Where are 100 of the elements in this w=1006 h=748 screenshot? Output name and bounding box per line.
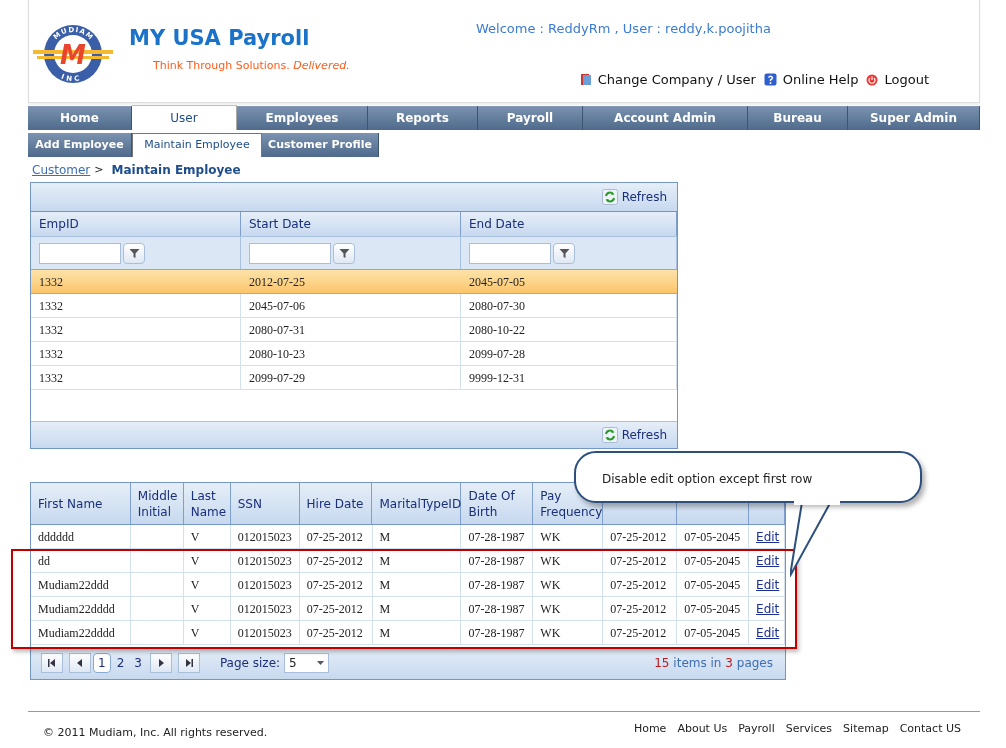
footer-link[interactable]: About Us (677, 721, 728, 738)
table-cell-text: 07-28-1987 (468, 552, 525, 570)
funnel-icon (558, 247, 570, 259)
footer-link[interactable]: Contact US (899, 721, 961, 738)
table-row[interactable]: 1332 2080-10-23 2099-07-28 (31, 342, 677, 366)
table-cell-text: Mudiam22dddd (38, 624, 115, 642)
breadcrumb-link[interactable]: Customer (32, 161, 91, 179)
table-cell-text: V (190, 624, 200, 642)
first-page-button[interactable] (41, 653, 63, 673)
filter-field[interactable] (469, 242, 551, 264)
column-header[interactable]: Hire Date (306, 495, 364, 512)
footer-link[interactable]: Payroll (738, 721, 775, 738)
filter-button[interactable] (123, 242, 145, 264)
table-cell-text: V (190, 576, 200, 594)
table-cell-text: 1332 (38, 273, 64, 291)
nav-tab[interactable]: Payroll (478, 106, 583, 130)
table-cell-text: 07-28-1987 (468, 624, 525, 642)
nav-tab[interactable]: User (132, 105, 237, 130)
table-cell-text: 07-25-2012 (306, 552, 363, 570)
header-link[interactable]: Logout (866, 70, 929, 90)
column-header[interactable]: First Name (38, 495, 103, 512)
table-cell-text: 07-25-2012 (610, 576, 667, 594)
column-header[interactable]: End Date (461, 212, 677, 236)
edit-link[interactable]: Edit (756, 575, 780, 594)
table-cell-text: 07-25-2012 (306, 624, 363, 642)
page-number[interactable]: 1 (93, 653, 111, 673)
table-cell-text: 07-05-2045 (684, 552, 741, 570)
filter-button[interactable] (333, 242, 355, 264)
nav-tab[interactable]: Bureau (748, 106, 848, 130)
sub-tab[interactable]: Add Employee (28, 133, 132, 157)
column-header[interactable]: Middle Initial (137, 487, 183, 520)
pager-summary: 15 items in 3 pages (654, 655, 773, 672)
footer-link[interactable]: Services (785, 721, 833, 738)
refresh-icon (601, 427, 618, 443)
table-cell-text: 07-05-2045 (684, 600, 741, 618)
table-cell-text: 012015023 (237, 600, 292, 618)
copyright-text: © 2011 Mudiam, Inc. All rights reserved. (43, 725, 268, 741)
breadcrumb-separator: > (94, 161, 104, 178)
first-page-icon (48, 659, 56, 667)
edit-link[interactable]: Edit (756, 623, 780, 642)
table-cell-text: 2045-07-05 (468, 273, 526, 291)
column-header[interactable]: SSN (237, 495, 262, 512)
table-cell-text: Mudiam22dddd (38, 600, 115, 618)
nav-tab[interactable]: Account Admin (583, 106, 748, 130)
edit-link[interactable]: Edit (756, 599, 780, 618)
page-number[interactable]: 2 (112, 653, 129, 673)
table-cell-text: WK (540, 624, 561, 642)
previous-page-button[interactable] (69, 653, 91, 673)
table-cell-text: M (379, 624, 391, 642)
table-cell: 1332 (31, 366, 241, 389)
nav-tab[interactable]: Home (28, 106, 132, 130)
sub-tab[interactable]: Maintain Employee (132, 133, 262, 157)
refresh-button[interactable]: Refresh (601, 188, 667, 206)
table-row[interactable]: 1332 2012-07-25 2045-07-05 (31, 270, 677, 294)
footer-link[interactable]: Sitemap (843, 721, 889, 738)
header-link[interactable]: Change Company / User (579, 70, 756, 90)
table-cell: 9999-12-31 (461, 366, 677, 389)
table-cell-text: V (190, 552, 200, 570)
filter-field[interactable] (249, 242, 331, 264)
funnel-icon (128, 247, 140, 259)
filter-field[interactable] (39, 242, 121, 264)
table-cell: 1332 (31, 342, 241, 365)
page-size-label: Page size: (219, 655, 281, 672)
last-page-button[interactable] (177, 653, 200, 673)
table-cell-text: 07-25-2012 (306, 576, 363, 594)
table-row[interactable]: 1332 2099-07-29 9999-12-31 (31, 366, 677, 390)
table-row[interactable]: 1332 2080-07-31 2080-10-22 (31, 318, 677, 342)
page-size-select[interactable]: 5 (284, 653, 330, 673)
footer-link[interactable]: Home (633, 721, 667, 738)
table-row[interactable]: 1332 2045-07-06 2080-07-30 (31, 294, 677, 318)
page-number[interactable]: 3 (130, 653, 146, 673)
column-header[interactable]: Last Name (190, 487, 230, 520)
table-cell-text: V (190, 600, 200, 618)
nav-tab[interactable]: Employees (237, 106, 368, 130)
nav-tab[interactable]: Super Admin (848, 106, 980, 130)
refresh-button[interactable]: Refresh (601, 426, 667, 444)
table-cell-text: 07-28-1987 (468, 600, 525, 618)
table-cell-text: WK (540, 576, 561, 594)
table-cell-text: 012015023 (237, 552, 292, 570)
table-cell: 2080-07-30 (461, 294, 677, 317)
dropdown-caret-icon (317, 661, 325, 665)
table-cell-text: 07-25-2012 (306, 528, 363, 546)
table-cell-text: 012015023 (237, 576, 292, 594)
table-cell: 2045-07-06 (241, 294, 461, 317)
nav-tab[interactable]: Reports (368, 106, 478, 130)
sub-tab[interactable]: Customer Profile (262, 133, 379, 157)
column-header[interactable]: EmpID (31, 212, 241, 236)
refresh-icon (601, 189, 618, 205)
column-header[interactable]: Start Date (241, 212, 461, 236)
filter-button[interactable] (553, 242, 575, 264)
next-page-button[interactable] (149, 653, 172, 673)
edit-link[interactable]: Edit (756, 527, 780, 546)
book-icon (579, 73, 592, 87)
header-link[interactable]: Online Help (763, 70, 859, 90)
table-cell-text: 2012-07-25 (248, 273, 306, 291)
table-cell-text: 07-05-2045 (684, 528, 741, 546)
column-header[interactable]: Date Of Birth (468, 487, 533, 520)
table-cell-text: 07-25-2012 (610, 624, 667, 642)
edit-link[interactable]: Edit (756, 551, 780, 570)
column-header[interactable]: MaritalTypeID (379, 495, 462, 512)
